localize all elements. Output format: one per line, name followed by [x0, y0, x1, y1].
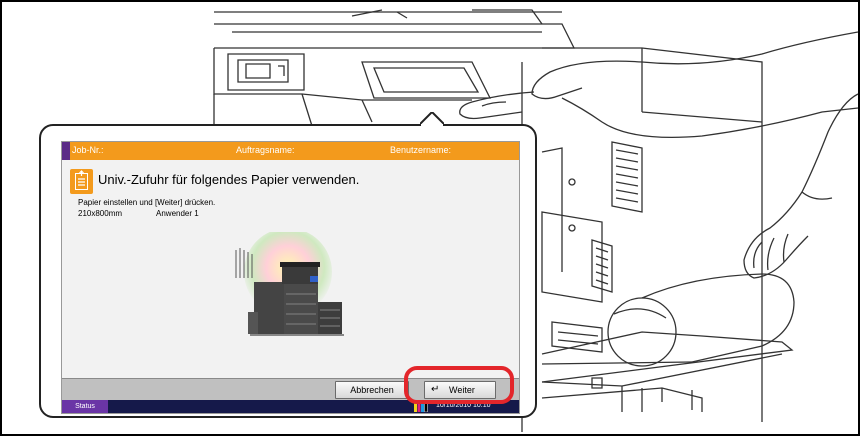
- callout-pointer: [420, 112, 444, 136]
- message-title: Univ.-Zufuhr für folgendes Papier verwen…: [98, 172, 360, 187]
- job-header-bar: Job-Nr.: Auftragsname: Benutzername:: [62, 142, 519, 160]
- message-instruction: Papier einstellen und [Weiter] drücken.: [78, 198, 216, 207]
- paper-size-value: 210x800mm: [78, 209, 123, 218]
- paper-type-value: Anwender 1: [156, 209, 199, 218]
- paper-document-icon: [70, 169, 93, 194]
- status-button[interactable]: Status: [62, 400, 108, 413]
- user-name-label: Benutzername:: [390, 145, 452, 155]
- copier-machine-image: [235, 232, 344, 336]
- highlight-ring: [404, 366, 514, 404]
- job-number-label: Job-Nr.:: [72, 145, 104, 155]
- cancel-button[interactable]: Abbrechen: [335, 381, 409, 399]
- illustration-frame: Job-Nr.: Auftragsname: Benutzername: Uni…: [0, 0, 860, 436]
- header-accent: [62, 142, 70, 160]
- job-name-label: Auftragsname:: [236, 145, 295, 155]
